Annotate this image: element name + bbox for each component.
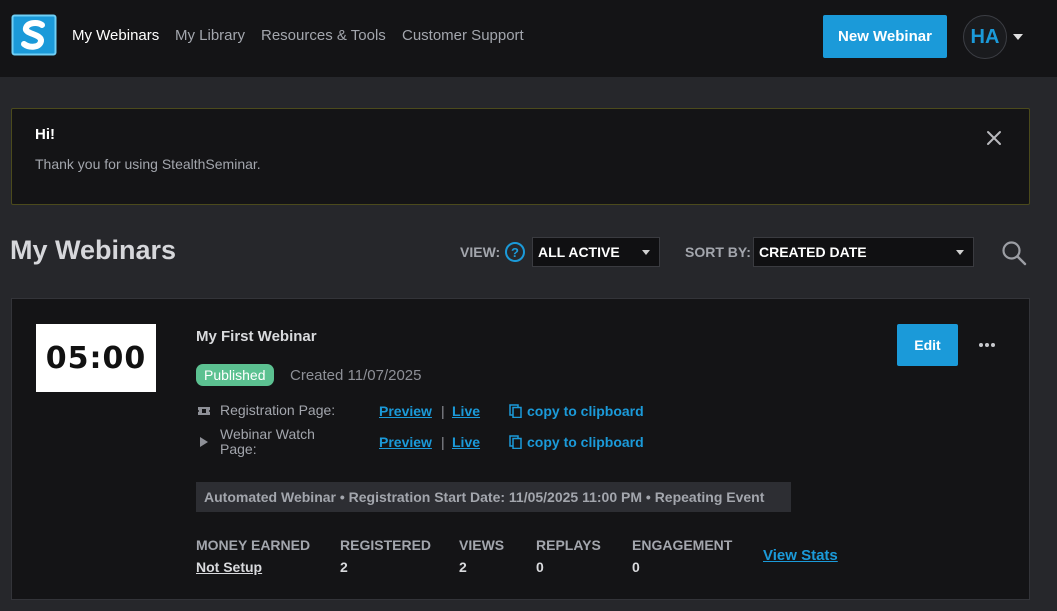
- created-date: Created 11/07/2025: [290, 367, 422, 384]
- edit-button[interactable]: Edit: [897, 324, 958, 366]
- link-separator: |: [441, 403, 445, 419]
- nav-customer-support[interactable]: Customer Support: [402, 27, 524, 44]
- stat-label-views: VIEWS: [459, 537, 505, 553]
- webinar-card: 05:00 My First Webinar Published Created…: [11, 298, 1030, 600]
- registration-copy-button[interactable]: copy to clipboard: [509, 403, 644, 419]
- stat-label-engagement: ENGAGEMENT: [632, 537, 733, 553]
- stealthseminar-logo[interactable]: [11, 14, 57, 56]
- sort-select-value: CREATED DATE: [759, 244, 867, 260]
- stat-value-views: 2: [459, 559, 467, 575]
- chevron-down-icon: [956, 250, 964, 255]
- play-icon: [200, 437, 208, 447]
- view-select-value: ALL ACTIVE: [538, 244, 620, 260]
- money-earned-setup-link[interactable]: Not Setup: [196, 559, 262, 575]
- copy-icon: [509, 435, 522, 449]
- registration-preview-link[interactable]: Preview: [379, 403, 432, 419]
- watch-copy-button[interactable]: copy to clipboard: [509, 434, 644, 450]
- stat-label-money-earned: MONEY EARNED: [196, 537, 311, 553]
- view-label: VIEW:: [460, 244, 501, 260]
- webinar-title[interactable]: My First Webinar: [196, 328, 317, 345]
- chevron-down-icon: [642, 250, 650, 255]
- registration-live-link[interactable]: Live: [452, 403, 480, 419]
- nav-resources-tools[interactable]: Resources & Tools: [261, 27, 386, 44]
- stat-value-engagement: 0: [632, 559, 640, 575]
- help-icon[interactable]: ?: [505, 242, 525, 262]
- status-badge: Published: [196, 364, 274, 386]
- new-webinar-button[interactable]: New Webinar: [823, 15, 947, 58]
- close-icon[interactable]: [984, 128, 1004, 148]
- copy-to-clipboard-label: copy to clipboard: [527, 434, 644, 450]
- stat-value-registered: 2: [340, 559, 348, 575]
- copy-to-clipboard-label: copy to clipboard: [527, 403, 644, 419]
- nav-my-library[interactable]: My Library: [175, 27, 245, 44]
- watch-preview-link[interactable]: Preview: [379, 434, 432, 450]
- watch-live-link[interactable]: Live: [452, 434, 480, 450]
- nav-my-webinars[interactable]: My Webinars: [72, 27, 159, 44]
- search-icon[interactable]: [1001, 240, 1027, 266]
- sort-label: SORT BY:: [685, 244, 751, 260]
- sort-select[interactable]: CREATED DATE: [753, 237, 974, 267]
- more-options-icon[interactable]: [977, 336, 997, 354]
- welcome-alert: Hi! Thank you for using StealthSeminar.: [11, 108, 1030, 205]
- stat-label-registered: REGISTERED: [340, 537, 432, 553]
- alert-message: Thank you for using StealthSeminar.: [35, 156, 261, 172]
- watch-page-label: Webinar Watch Page:: [220, 426, 315, 457]
- webinar-info-bar: Automated Webinar • Registration Start D…: [196, 482, 791, 512]
- avatar[interactable]: HA: [963, 15, 1007, 59]
- stat-label-replays: REPLAYS: [536, 537, 601, 553]
- top-navigation: My Webinars My Library Resources & Tools…: [0, 0, 1057, 77]
- page-title: My Webinars: [10, 235, 177, 265]
- stat-value-replays: 0: [536, 559, 544, 575]
- ticket-icon: [198, 407, 210, 415]
- copy-icon: [509, 404, 522, 418]
- webinar-thumbnail[interactable]: 05:00: [36, 324, 156, 392]
- chevron-down-icon[interactable]: [1013, 34, 1023, 40]
- view-stats-link[interactable]: View Stats: [763, 547, 838, 564]
- registration-page-label: Registration Page:: [220, 402, 336, 418]
- alert-title: Hi!: [35, 126, 55, 143]
- link-separator: |: [441, 434, 445, 450]
- view-select[interactable]: ALL ACTIVE: [532, 237, 660, 267]
